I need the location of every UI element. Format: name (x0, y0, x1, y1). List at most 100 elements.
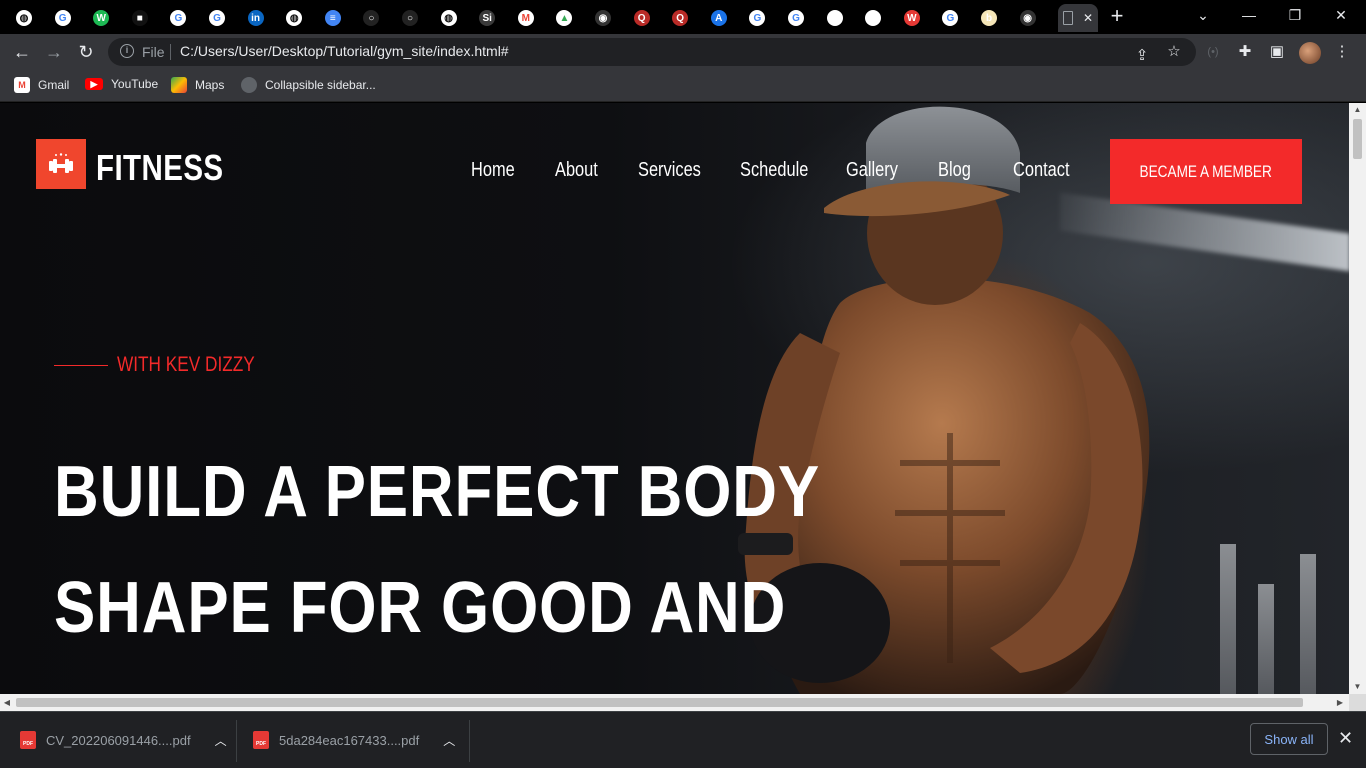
cta-label: BECAME A MEMBER (1139, 161, 1273, 181)
browser-tab[interactable]: M (507, 4, 545, 32)
browser-tab[interactable]: G (159, 4, 197, 32)
pdf-icon: PDF (253, 731, 269, 749)
scroll-up-arrow[interactable]: ▲ (1349, 103, 1366, 117)
browser-tab[interactable]: G (931, 4, 969, 32)
page-viewport: FITNESS Home About Services Schedule Gal… (0, 103, 1349, 694)
close-window-button[interactable]: ✕ (1318, 0, 1364, 30)
pdf-icon: PDF (20, 731, 36, 749)
bookmark-star-icon[interactable]: ☆ (1164, 42, 1184, 62)
scroll-right-arrow[interactable]: ▶ (1333, 694, 1347, 711)
restore-button[interactable]: ❐ (1272, 0, 1318, 30)
browser-tab[interactable]: <> (854, 4, 892, 32)
new-tab-button[interactable]: + (1106, 5, 1128, 28)
circle-icon: ○ (402, 10, 418, 26)
share-icon[interactable]: ⇪ (1132, 46, 1152, 66)
tab-close-icon[interactable]: ✕ (1083, 11, 1093, 25)
menu-icon[interactable]: ⋮ (1332, 42, 1352, 62)
nav-services[interactable]: Services (638, 159, 701, 182)
nav-contact[interactable]: Contact (1013, 159, 1070, 182)
chevron-up-icon[interactable]: ︿ (215, 732, 227, 749)
browser-tab[interactable]: G (44, 4, 82, 32)
quora-icon: Q (633, 10, 650, 26)
download-item[interactable]: PDF CV_202206091446....pdf ︿ (20, 724, 227, 756)
page-icon (1062, 11, 1073, 25)
scroll-down-arrow[interactable]: ▼ (1349, 680, 1366, 694)
dumbbell-icon (49, 153, 73, 173)
browser-tab[interactable]: in (237, 4, 275, 32)
bookmark-gmail[interactable]: M Gmail (14, 77, 69, 93)
site-brand[interactable]: FITNESS (96, 147, 224, 189)
si-icon: Si (479, 10, 496, 26)
browser-tab[interactable]: Q (623, 4, 661, 32)
browser-tab[interactable]: ◍ (430, 4, 468, 32)
active-tab[interactable]: ✕ (1058, 4, 1098, 32)
profile-avatar[interactable] (1299, 42, 1321, 64)
browser-tab[interactable]: <> (816, 4, 854, 32)
docs-icon: ≡ (324, 10, 341, 26)
browser-tab[interactable]: ◉ (1009, 4, 1047, 32)
maps-icon (171, 77, 187, 93)
download-item[interactable]: PDF 5da284eac167433....pdf ︿ (253, 724, 455, 756)
browser-tab[interactable]: b (970, 4, 1008, 32)
scrollbar-corner (1349, 694, 1366, 711)
vertical-scroll-thumb[interactable] (1353, 119, 1362, 159)
bookmark-label: Collapsible sidebar... (265, 78, 376, 92)
a-icon: A (710, 10, 727, 26)
browser-tab[interactable]: G (198, 4, 236, 32)
github-icon: ◉ (595, 10, 611, 26)
extension-icon[interactable]: (•) (1203, 42, 1223, 62)
vertical-scrollbar[interactable]: ▲ ▼ (1349, 103, 1366, 694)
browser-tab[interactable]: G (738, 4, 776, 32)
browser-tab[interactable]: W (82, 4, 120, 32)
youtube-icon: ▶ (85, 78, 103, 90)
url-text[interactable]: C:/Users/User/Desktop/Tutorial/gym_site/… (180, 43, 509, 59)
info-icon[interactable]: i (120, 44, 134, 58)
horizontal-scrollbar[interactable]: ◀ ▶ (0, 694, 1349, 711)
browser-tab[interactable]: ◉ (584, 4, 622, 32)
chevron-up-icon[interactable]: ︿ (443, 732, 455, 749)
nav-home[interactable]: Home (471, 159, 515, 182)
close-downloads-icon[interactable]: ✕ (1338, 728, 1353, 749)
nav-schedule[interactable]: Schedule (740, 159, 808, 182)
browser-tab[interactable]: ◍ (5, 4, 43, 32)
puzzle-icon[interactable]: ✚ (1235, 42, 1255, 62)
nav-gallery[interactable]: Gallery (846, 159, 898, 182)
browser-tab[interactable]: W (893, 4, 931, 32)
address-divider (170, 44, 171, 60)
browser-tab[interactable]: Si (468, 4, 506, 32)
bookmark-maps[interactable]: Maps (171, 77, 224, 93)
browser-tab[interactable]: G (777, 4, 815, 32)
nav-about[interactable]: About (555, 159, 598, 182)
google-icon: G (749, 10, 766, 26)
nav-blog[interactable]: Blog (938, 159, 971, 182)
forward-button[interactable]: → (42, 40, 66, 64)
linkedin-icon: in (247, 10, 264, 26)
tab-search-button[interactable]: ⌄ (1180, 0, 1226, 30)
browser-tab[interactable]: ○ (352, 4, 390, 32)
scheme-label: File (142, 44, 165, 60)
browser-tab[interactable]: ▲ (545, 4, 583, 32)
horizontal-scroll-thumb[interactable] (16, 698, 1303, 707)
browser-tab[interactable]: Q (661, 4, 699, 32)
browser-tab[interactable]: ◍ (275, 4, 313, 32)
site-logo[interactable] (36, 139, 86, 189)
reload-button[interactable]: ↻ (74, 40, 98, 64)
google-icon: G (170, 10, 187, 26)
scroll-left-arrow[interactable]: ◀ (0, 694, 14, 711)
w-icon: W (93, 10, 110, 26)
browser-tab[interactable]: ■ (121, 4, 159, 32)
address-bar[interactable]: i File C:/Users/User/Desktop/Tutorial/gy… (108, 38, 1196, 66)
downloads-bar: PDF CV_202206091446....pdf ︿ PDF 5da284e… (0, 711, 1366, 768)
browser-tab[interactable]: A (700, 4, 738, 32)
browser-tab[interactable]: ≡ (314, 4, 352, 32)
show-all-button[interactable]: Show all (1250, 723, 1328, 755)
side-panel-icon[interactable]: ▣ (1267, 42, 1287, 62)
back-button[interactable]: ← (10, 40, 34, 64)
bookmark-youtube[interactable]: ▶ YouTube (85, 77, 158, 91)
bookmark-collapsible-sidebar[interactable]: Collapsible sidebar... (241, 77, 376, 93)
minimize-button[interactable]: — (1226, 0, 1272, 30)
become-member-button[interactable]: BECAME A MEMBER (1110, 139, 1302, 204)
browser-tab[interactable]: ○ (391, 4, 429, 32)
code-icon: <> (865, 10, 882, 26)
bookmarks-bar: M Gmail ▶ YouTube Maps Collapsible sideb… (0, 70, 1366, 102)
